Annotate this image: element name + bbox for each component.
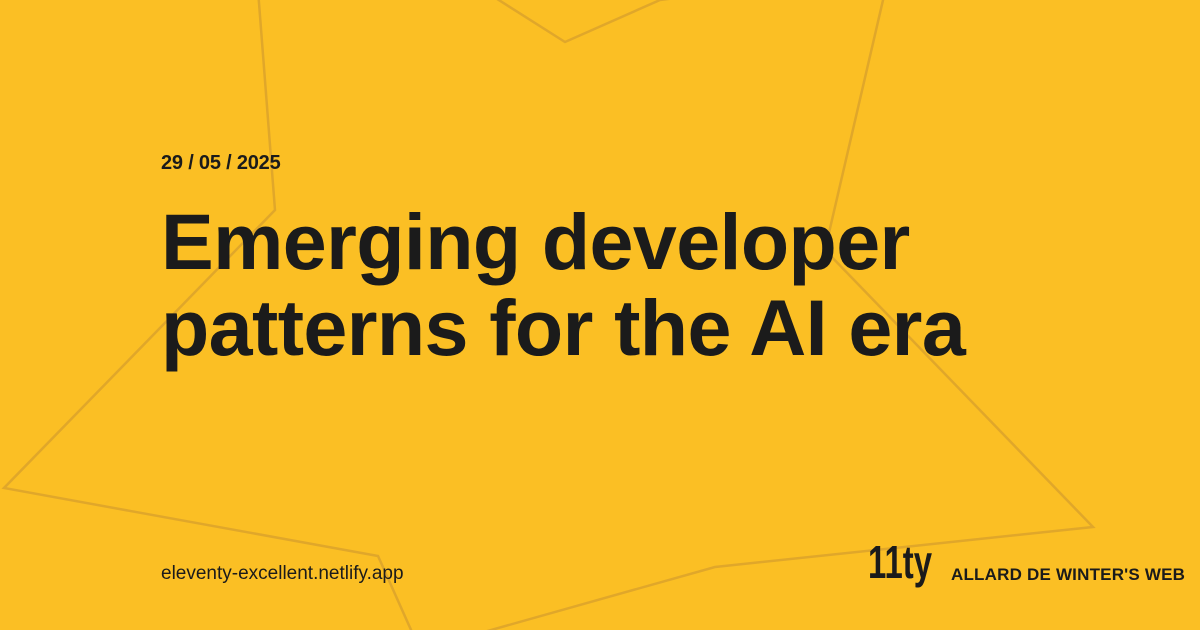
site-name: ALLARD DE WINTER'S WEB <box>951 565 1186 584</box>
eleventy-logo-icon: 11ty <box>868 536 932 588</box>
post-date: 29 / 05 / 2025 <box>161 152 281 174</box>
site-url: eleventy-excellent.netlify.app <box>161 563 404 584</box>
svg-text:11ty: 11ty <box>868 536 932 588</box>
post-title: Emerging developer patterns for the AI e… <box>161 197 966 372</box>
